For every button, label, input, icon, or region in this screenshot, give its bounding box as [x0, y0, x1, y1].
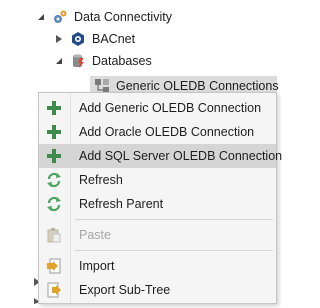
bacnet-icon	[70, 31, 86, 47]
tree-node-data-connectivity[interactable]: Data Connectivity	[36, 6, 172, 28]
refresh-icon	[46, 172, 62, 188]
tree-node-label: Generic OLEDB Connections	[116, 79, 279, 93]
gears-icon	[52, 9, 68, 25]
menu-item-add-sql-server-oledb-connection[interactable]: Add SQL Server OLEDB Connection	[39, 144, 282, 168]
menu-item-label: Refresh Parent	[79, 197, 164, 211]
tree-node-label: BACnet	[92, 32, 136, 46]
menu-item-label: Add Oracle OLEDB Connection	[79, 125, 255, 139]
menu-item-label: Export Sub-Tree	[79, 283, 171, 297]
menu-item-label: Add SQL Server OLEDB Connection	[79, 149, 283, 163]
tree-node-label: Data Connectivity	[74, 10, 172, 24]
database-lightning-icon	[70, 53, 86, 69]
tree-node-label: Databases	[92, 54, 152, 68]
menu-item-refresh[interactable]: Refresh	[39, 168, 276, 192]
menu-item-export-sub-tree[interactable]: Export Sub-Tree	[39, 278, 276, 302]
menu-item-label: Import	[79, 259, 115, 273]
plus-icon	[46, 124, 62, 140]
import-icon	[46, 258, 62, 274]
menu-item-label: Refresh	[79, 173, 123, 187]
menu-item-add-generic-oledb-connection[interactable]: Add Generic OLEDB Connection	[39, 96, 276, 120]
menu-separator	[75, 219, 273, 220]
plus-icon	[46, 148, 62, 164]
context-menu: Add Generic OLEDB Connection Add Oracle …	[38, 92, 282, 304]
paste-icon	[46, 227, 62, 243]
tree-node-databases[interactable]: Databases	[54, 50, 152, 72]
menu-separator	[75, 250, 273, 251]
menu-item-import[interactable]: Import	[39, 254, 276, 278]
menu-item-label: Add Generic OLEDB Connection	[79, 101, 262, 115]
tree-node-bacnet[interactable]: BACnet	[54, 28, 135, 50]
expanded-arrow-icon[interactable]	[54, 56, 64, 66]
menu-item-paste[interactable]: Paste	[39, 223, 276, 247]
export-icon	[46, 282, 62, 298]
collapsed-arrow-icon[interactable]	[54, 34, 64, 44]
menu-item-refresh-parent[interactable]: Refresh Parent	[39, 192, 276, 216]
plus-icon	[46, 100, 62, 116]
expanded-arrow-icon[interactable]	[36, 12, 46, 22]
menu-item-add-oracle-oledb-connection[interactable]: Add Oracle OLEDB Connection	[39, 120, 276, 144]
refresh-icon	[46, 196, 62, 212]
menu-item-label: Paste	[79, 228, 111, 242]
